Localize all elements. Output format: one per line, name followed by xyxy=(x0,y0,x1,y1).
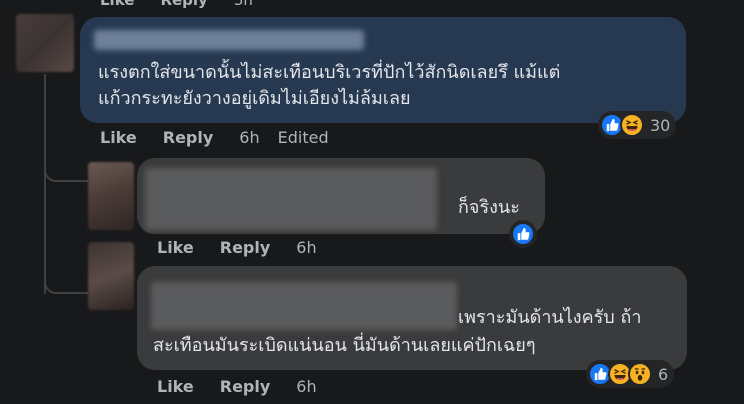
avatar[interactable] xyxy=(88,162,134,230)
thread-connector xyxy=(44,262,88,294)
reaction-summary[interactable] xyxy=(509,220,537,248)
timestamp[interactable]: 6h xyxy=(296,377,316,396)
comment-actions: Like Reply 6h Edited xyxy=(100,128,329,147)
redacted-content xyxy=(151,282,457,330)
comment-bubble: ก็จริงนะ xyxy=(137,158,545,234)
comment-bubble-highlighted: แรงตกใส่ขนาดนั้นไม่สะเทือนบริเวรที่ปักไว… xyxy=(80,17,686,123)
reaction-count: 30 xyxy=(650,115,671,135)
comment-thread: Like Reply 3h แรงตกใส่ขนาดนั้นไม่สะเทือน… xyxy=(0,0,744,404)
comment-bubble: เพราะมันด้านไงครับ ถ้า สะเทือนมันระเบิดแ… xyxy=(137,266,687,370)
timestamp[interactable]: 6h xyxy=(239,128,259,147)
previous-comment-actions: Like Reply 3h xyxy=(100,0,253,9)
redacted-content xyxy=(145,168,437,230)
like-link[interactable]: Like xyxy=(157,377,194,396)
avatar[interactable] xyxy=(88,242,134,310)
reaction-summary[interactable]: 30 xyxy=(598,111,677,139)
reply-link[interactable]: Reply xyxy=(220,238,271,257)
comment-text: แก้วกระทะยังวางอยู่เดิมไม่เอียงไม่ล้มเลย xyxy=(98,88,411,109)
reaction-count: 6 xyxy=(658,364,669,384)
like-link[interactable]: Like xyxy=(100,128,137,147)
reply-link[interactable]: Reply xyxy=(220,377,271,396)
reaction-summary[interactable]: 6 xyxy=(586,360,675,388)
comment-text: สะเทือนมันระเบิดแน่นอน นี่มันด้านเลยแค่ป… xyxy=(153,335,536,356)
thread-connector xyxy=(44,150,88,182)
timestamp[interactable]: 3h xyxy=(234,0,253,9)
like-link[interactable]: Like xyxy=(157,238,194,257)
timestamp[interactable]: 6h xyxy=(296,238,316,257)
comment-text: ก็จริงนะ xyxy=(458,197,520,218)
reply-link[interactable]: Reply xyxy=(160,0,207,9)
edited-label[interactable]: Edited xyxy=(278,128,329,147)
comment-actions: Like Reply 6h xyxy=(157,238,335,257)
reply-link[interactable]: Reply xyxy=(163,128,214,147)
comment-actions: Like Reply 6h xyxy=(157,377,335,396)
haha-icon xyxy=(620,113,644,137)
thread-line xyxy=(44,74,46,294)
like-icon xyxy=(511,222,535,246)
wow-icon xyxy=(628,362,652,386)
redacted-author-name[interactable] xyxy=(94,30,364,50)
like-link[interactable]: Like xyxy=(100,0,134,9)
avatar[interactable] xyxy=(16,14,74,72)
